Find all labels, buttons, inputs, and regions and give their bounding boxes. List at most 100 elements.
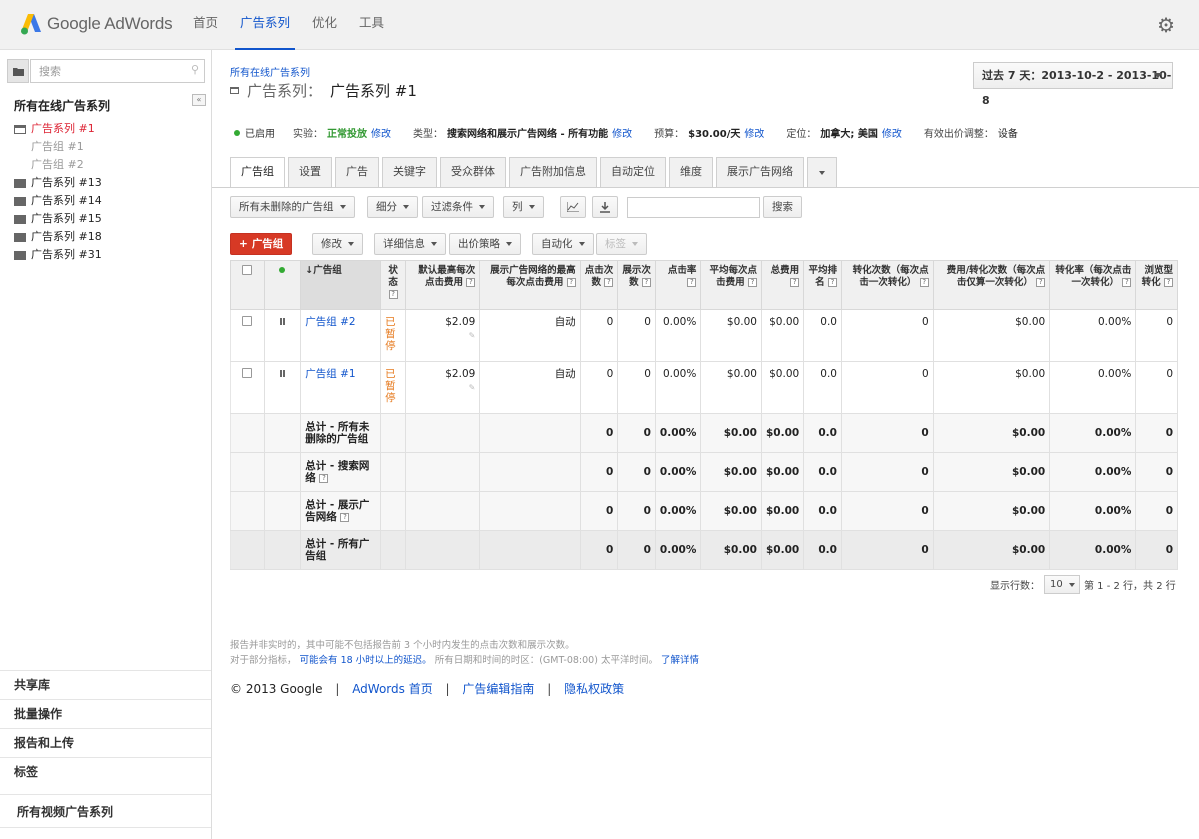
header-view-through-conversions[interactable]: 浏览型转化 ?	[1135, 260, 1178, 310]
tab-auto-targets[interactable]: 自动定位	[600, 157, 666, 187]
footer-link-editorial-guidelines[interactable]: 广告编辑指南	[462, 682, 534, 696]
help-icon[interactable]: ?	[1122, 278, 1132, 287]
date-range-selector[interactable]: 过去 7 天：2013-10-2 - 2013-10-8	[973, 62, 1173, 107]
header-adgroup[interactable]: ↓广告组	[300, 260, 382, 310]
edit-icon[interactable]: ✎	[410, 330, 476, 342]
help-icon[interactable]: ?	[1164, 278, 1173, 287]
edit-type-link[interactable]: 修改	[612, 125, 632, 140]
pause-icon[interactable]	[279, 318, 285, 325]
tree-item-campaign-18[interactable]: 广告系列 #18	[14, 228, 102, 246]
nav-campaigns[interactable]: 广告系列	[229, 0, 301, 50]
header-status[interactable]: 状态?	[380, 260, 407, 310]
help-icon[interactable]: ?	[319, 473, 329, 483]
tab-audiences[interactable]: 受众群体	[440, 157, 506, 187]
table-search-input[interactable]	[627, 197, 760, 218]
campaign-status[interactable]: 已启用	[245, 125, 275, 140]
header-avg-cpc[interactable]: 平均每次点击费用 ?	[700, 260, 762, 310]
edit-budget-link[interactable]: 修改	[744, 125, 764, 140]
header-cost-per-conversion[interactable]: 费用/转化次数（每次点击仅算一次转化） ?	[932, 260, 1051, 310]
default-cpc-cell[interactable]: $2.09 ✎	[405, 361, 481, 414]
delay-link[interactable]: 可能会有 18 小时以上的延迟。	[300, 655, 432, 666]
filter-all-adgroups-dropdown[interactable]: 所有未删除的广告组	[230, 196, 355, 218]
sidebar-shared-library[interactable]: 共享库	[0, 670, 211, 699]
header-display-cpc[interactable]: 展示广告网络的最高每次点击费用 ?	[479, 260, 581, 310]
tree-item-campaign-14[interactable]: 广告系列 #14	[14, 192, 102, 210]
row-checkbox[interactable]	[242, 316, 253, 326]
help-icon[interactable]: ?	[919, 278, 929, 287]
tab-ad-groups[interactable]: 广告组	[230, 157, 285, 188]
tab-keywords[interactable]: 关键字	[382, 157, 437, 187]
sidebar-title[interactable]: 所有在线广告系列	[14, 97, 110, 114]
select-all-checkbox[interactable]	[242, 265, 253, 275]
tree-item-campaign-1[interactable]: 广告系列 #1	[14, 120, 102, 138]
help-icon[interactable]: ?	[388, 290, 398, 299]
tree-item-adgroup-2[interactable]: 广告组 #2	[14, 156, 102, 174]
nav-opportunities[interactable]: 优化	[301, 0, 348, 50]
tab-ads[interactable]: 广告	[335, 157, 379, 187]
edit-targeting-link[interactable]: 修改	[882, 125, 902, 140]
header-cost[interactable]: 总费用 ?	[760, 260, 805, 310]
tree-item-campaign-31[interactable]: 广告系列 #31	[14, 246, 102, 264]
default-cpc-cell[interactable]: $2.09 ✎	[405, 309, 481, 362]
add-adgroup-button[interactable]: + 广告组	[230, 233, 293, 255]
columns-dropdown[interactable]: 列	[503, 196, 544, 218]
help-icon[interactable]: ?	[604, 278, 614, 287]
collapse-sidebar-icon[interactable]: «	[192, 94, 206, 106]
tab-display-network[interactable]: 展示广告网络	[716, 157, 804, 187]
tab-dimensions[interactable]: 维度	[669, 157, 713, 187]
help-icon[interactable]: ?	[790, 278, 800, 287]
breadcrumb[interactable]: 所有在线广告系列	[230, 64, 310, 79]
header-conversion-rate[interactable]: 转化率（每次点击一次转化） ?	[1049, 260, 1137, 310]
footer-link-adwords-home[interactable]: AdWords 首页	[352, 682, 433, 696]
learn-more-link[interactable]: 了解详情	[661, 655, 699, 666]
gear-icon[interactable]: ⚙	[1157, 15, 1175, 35]
nav-tools[interactable]: 工具	[348, 0, 395, 50]
automate-dropdown[interactable]: 自动化	[532, 233, 594, 255]
tree-item-adgroup-1[interactable]: 广告组 #1	[14, 138, 102, 156]
tab-ad-extensions[interactable]: 广告附加信息	[509, 157, 597, 187]
labels-dropdown[interactable]: 标签	[596, 233, 647, 255]
edit-experiment-link[interactable]: 修改	[371, 125, 391, 140]
pause-icon[interactable]	[279, 370, 285, 377]
filter-dropdown[interactable]: 过滤条件	[422, 196, 494, 218]
help-icon[interactable]: ?	[687, 278, 697, 287]
sidebar-bulk-operations[interactable]: 批量操作	[0, 699, 211, 728]
adgroup-link[interactable]: 广告组 #2	[305, 316, 355, 328]
segment-dropdown[interactable]: 细分	[367, 196, 418, 218]
help-icon[interactable]: ?	[641, 278, 651, 287]
help-icon[interactable]: ?	[340, 512, 350, 522]
sidebar-search-input[interactable]	[30, 59, 205, 83]
header-conversions[interactable]: 转化次数（每次点击一次转化） ?	[840, 260, 934, 310]
header-impressions[interactable]: 展示次数 ?	[617, 260, 656, 310]
status-dot-header[interactable]	[263, 260, 302, 310]
help-icon[interactable]: ?	[747, 278, 757, 287]
header-ctr[interactable]: 点击率?	[654, 260, 702, 310]
sidebar-labels[interactable]: 标签	[0, 757, 211, 786]
folder-toggle-button[interactable]	[7, 59, 29, 83]
sidebar-reports-uploads[interactable]: 报告和上传	[0, 728, 211, 757]
header-default-cpc[interactable]: 默认最高每次点击费用 ?	[405, 260, 481, 310]
details-dropdown[interactable]: 详细信息	[374, 233, 446, 255]
adwords-logo[interactable]: Google AdWords	[20, 12, 173, 36]
row-checkbox[interactable]	[242, 368, 253, 378]
footer-link-privacy-policy[interactable]: 隐私权政策	[564, 682, 624, 696]
nav-home[interactable]: 首页	[182, 0, 229, 50]
download-button[interactable]	[592, 196, 618, 218]
search-button[interactable]: 搜索	[763, 196, 802, 218]
bid-strategy-dropdown[interactable]: 出价策略	[449, 233, 521, 255]
help-icon[interactable]: ?	[566, 278, 576, 287]
sidebar-video-campaigns[interactable]: 所有视频广告系列	[0, 794, 211, 828]
tab-settings[interactable]: 设置	[288, 157, 332, 187]
adgroup-link[interactable]: 广告组 #1	[305, 368, 355, 380]
header-avg-position[interactable]: 平均排名 ?	[803, 260, 842, 310]
tree-item-campaign-13[interactable]: 广告系列 #13	[14, 174, 102, 192]
tab-more-button[interactable]	[807, 157, 837, 187]
help-icon[interactable]: ?	[1036, 278, 1046, 287]
rows-per-page-select[interactable]: 10	[1044, 575, 1080, 594]
header-clicks[interactable]: 点击次数 ?	[579, 260, 619, 310]
edit-dropdown[interactable]: 修改	[312, 233, 363, 255]
edit-icon[interactable]: ✎	[410, 382, 476, 394]
chart-toggle-button[interactable]	[560, 196, 586, 218]
help-icon[interactable]: ?	[827, 278, 837, 287]
tree-item-campaign-15[interactable]: 广告系列 #15	[14, 210, 102, 228]
